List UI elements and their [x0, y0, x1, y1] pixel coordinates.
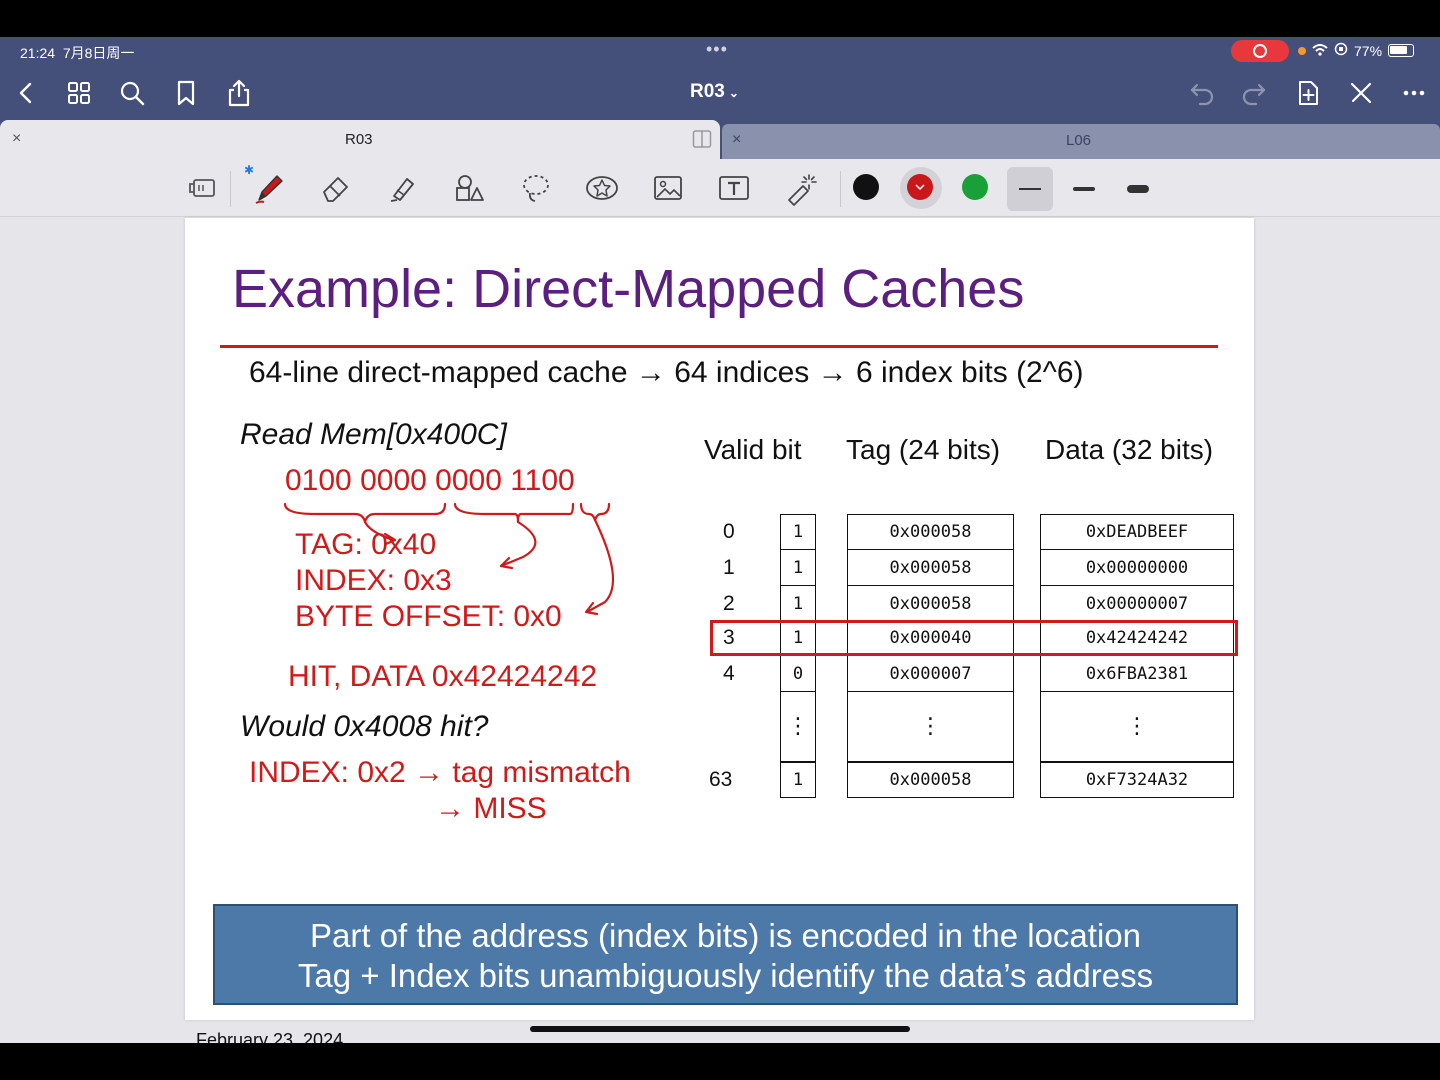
read-mode-icon[interactable]: [181, 167, 225, 209]
shapes-tool-icon[interactable]: [447, 167, 491, 209]
data-cell: ⋮: [1040, 692, 1234, 762]
add-page-button[interactable]: [1292, 77, 1324, 109]
callout-line: Tag + Index bits unambiguously identify …: [297, 957, 1154, 994]
would-hit-question: Would 0x4008 hit?: [240, 710, 489, 743]
annotation-toolbar: ✱: [0, 159, 1440, 217]
home-indicator[interactable]: [530, 1026, 910, 1032]
data-cell: 0x6FBA2381: [1040, 656, 1234, 692]
pen-off-button[interactable]: [1345, 77, 1377, 109]
tab-label: R03: [345, 131, 373, 148]
stroke-width-medium[interactable]: [1061, 167, 1107, 211]
elements-tool-icon[interactable]: [580, 167, 624, 209]
battery-icon: [1388, 44, 1415, 57]
app-screen: 21:24 7月8日周一 ••• 77% R03 ⌄ × R03 × L06 ✱…: [0, 37, 1440, 1043]
miss-annotation: → MISS: [435, 792, 547, 825]
summary-callout: Part of the address (index bits) is enco…: [213, 904, 1238, 1005]
tab-r03[interactable]: × R03: [0, 120, 720, 159]
tag-cell: 0x000058: [847, 514, 1014, 550]
rotation-lock-icon: [1334, 42, 1348, 59]
title-rule: [220, 345, 1218, 348]
row-index: 2: [723, 592, 735, 615]
data-cell: 0x00000007: [1040, 586, 1234, 622]
highlighter-tool-icon[interactable]: [381, 167, 425, 209]
stroke-width-thin[interactable]: [1007, 167, 1053, 211]
document-title-menu[interactable]: R03 ⌄: [690, 81, 739, 103]
grid-view-button[interactable]: [63, 77, 95, 109]
more-options-button[interactable]: [1398, 77, 1430, 109]
lasso-tool-icon[interactable]: [514, 167, 558, 209]
tag-header: Tag (24 bits): [846, 434, 1001, 465]
row-index: 63: [709, 768, 733, 791]
stroke-width-thick[interactable]: [1115, 167, 1161, 211]
index2-annotation: INDEX: 0x2 → tag mismatch: [249, 756, 631, 789]
valid-cell: 1: [780, 550, 816, 586]
tag-cell: 0x000007: [847, 656, 1014, 692]
valid-cell: 1: [780, 514, 816, 550]
back-button[interactable]: [10, 77, 42, 109]
status-indicators: 77%: [1298, 42, 1415, 59]
data-cell: 0xF7324A32: [1040, 762, 1234, 798]
split-view-icon[interactable]: [692, 129, 712, 154]
close-tab-icon[interactable]: ×: [12, 130, 21, 148]
bit-brackets-annotation: [283, 502, 615, 616]
read-mem-label: Read Mem[0x400C]: [240, 418, 507, 451]
undo-button[interactable]: [1186, 77, 1218, 109]
row-index: 1: [723, 556, 735, 579]
color-swatch-green[interactable]: [962, 174, 988, 200]
image-tool-icon[interactable]: [646, 167, 690, 209]
valid-cell: 0: [780, 656, 816, 692]
data-cell: 0x00000000: [1040, 550, 1234, 586]
tag-cell: ⋮: [847, 692, 1014, 762]
toolbar-divider: [840, 171, 841, 207]
battery-percent: 77%: [1354, 42, 1383, 59]
callout-line: Part of the address (index bits) is enco…: [310, 917, 1141, 954]
tag-cell: 0x000058: [847, 586, 1014, 622]
valid-bit-header: Valid bit: [704, 434, 802, 465]
data-cell: 0xDEADBEEF: [1040, 514, 1234, 550]
top-bar: 21:24 7月8日周一 ••• 77% R03 ⌄: [0, 37, 1440, 120]
valid-cell: 1: [780, 586, 816, 622]
document-page[interactable]: Example: Direct-Mapped Caches 64-line di…: [185, 218, 1254, 1043]
color-swatch-black[interactable]: [853, 174, 879, 200]
share-button[interactable]: [223, 77, 255, 109]
redo-button[interactable]: [1238, 77, 1270, 109]
search-button[interactable]: [116, 77, 148, 109]
slide-date: February 23, 2024: [196, 1030, 344, 1043]
pen-tool-icon[interactable]: [247, 167, 291, 209]
color-swatch-red[interactable]: [907, 174, 933, 200]
tab-l06[interactable]: × L06: [722, 124, 1440, 159]
valid-cell: 1: [780, 762, 816, 798]
data-header: Data (32 bits): [1045, 434, 1214, 465]
text-tool-icon[interactable]: [712, 167, 756, 209]
screen-record-indicator[interactable]: [1231, 40, 1289, 62]
row-index: 4: [723, 662, 735, 685]
bookmark-button[interactable]: [170, 77, 202, 109]
slide-title: Example: Direct-Mapped Caches: [232, 259, 1025, 319]
row-3-highlight: [710, 620, 1238, 656]
toolbar-divider: [230, 171, 231, 207]
hit-annotation: HIT, DATA 0x42424242: [288, 660, 598, 693]
multitask-dots[interactable]: •••: [706, 39, 728, 60]
mic-indicator-dot: [1298, 46, 1306, 55]
valid-cell: ⋮: [780, 692, 816, 762]
binary-address-annotation: 0100 0000 0000 1100: [285, 464, 575, 497]
document-tabs: × R03 × L06: [0, 120, 1440, 159]
close-tab-icon[interactable]: ×: [732, 131, 741, 149]
eraser-tool-icon[interactable]: [314, 167, 358, 209]
tag-cell: 0x000058: [847, 762, 1014, 798]
slide-subtitle: 64-line direct-mapped cache → 64 indices…: [249, 356, 1084, 389]
tab-label: L06: [1066, 132, 1092, 149]
tag-cell: 0x000058: [847, 550, 1014, 586]
status-time: 21:24 7月8日周一: [20, 45, 135, 61]
wifi-icon: [1312, 43, 1328, 59]
laser-pointer-icon[interactable]: [779, 167, 823, 209]
row-index: 0: [723, 520, 735, 543]
